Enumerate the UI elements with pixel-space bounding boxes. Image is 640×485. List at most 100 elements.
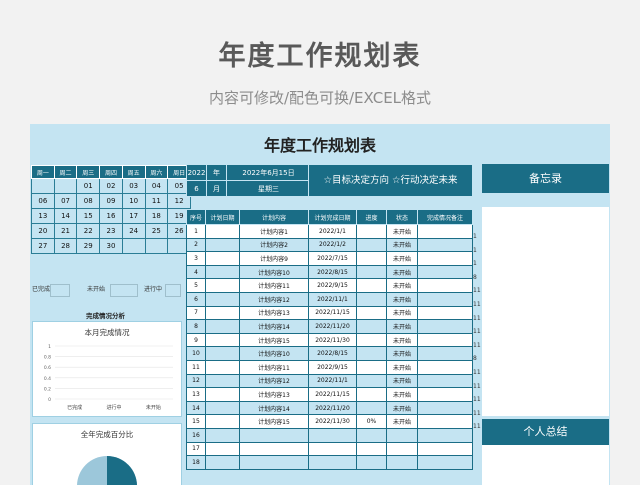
calendar-day[interactable] [31,178,55,194]
table-cell[interactable] [417,319,473,334]
table-cell[interactable]: 未开始 [386,251,418,266]
table-cell[interactable]: 2022/7/15 [308,251,357,266]
table-cell[interactable]: 18 [186,455,206,470]
table-cell[interactable]: 0% [356,414,387,429]
calendar-day[interactable]: 04 [144,178,169,194]
table-cell[interactable]: 计划内容13 [239,305,309,321]
table-cell[interactable]: 未开始 [386,346,418,361]
table-cell[interactable] [205,414,240,429]
table-cell[interactable]: 15 [186,414,206,429]
table-cell[interactable] [205,251,240,266]
table-cell[interactable]: 未开始 [386,305,418,321]
table-cell[interactable]: 3 [186,251,206,266]
table-cell[interactable] [239,441,309,457]
table-cell[interactable]: 16 [186,427,206,443]
table-cell[interactable] [356,387,387,402]
table-cell[interactable]: 2022/11/1 [308,291,357,307]
calendar-day[interactable]: 09 [99,193,123,209]
table-cell[interactable] [205,387,240,402]
table-cell[interactable]: 7 [186,305,206,321]
table-row[interactable]: 2 计划内容2 2022/1/2 未开始 [186,237,473,253]
table-cell[interactable] [417,278,473,293]
calendar-day[interactable]: 16 [99,208,123,224]
table-cell[interactable] [417,264,473,280]
task-column-header[interactable]: 序号 [186,209,206,225]
table-cell[interactable]: 计划内容10 [239,264,309,280]
table-cell[interactable]: 未开始 [386,387,418,402]
table-cell[interactable] [205,359,240,375]
table-cell[interactable] [356,359,387,375]
table-cell[interactable] [386,441,418,457]
table-cell[interactable]: 11 [186,359,206,375]
current-date[interactable]: 2022年6月15日 [226,164,311,181]
calendar-day[interactable]: 23 [99,223,123,239]
table-cell[interactable]: 2022/11/1 [308,373,357,389]
table-cell[interactable]: 2022/11/30 [308,414,357,429]
table-row[interactable]: 10 计划内容10 2022/8/15 未开始 [186,346,473,361]
table-cell[interactable]: 5 [186,278,206,293]
table-row[interactable]: 13 计划内容13 2022/11/15 未开始 [186,387,473,402]
table-cell[interactable]: 2022/8/15 [308,346,357,361]
table-row[interactable]: 17 [186,441,473,457]
table-row[interactable]: 12 计划内容12 2022/11/1 未开始 [186,373,473,389]
table-cell[interactable]: 12 [186,373,206,389]
table-cell[interactable] [356,305,387,321]
summary-body[interactable] [482,445,609,485]
table-row[interactable]: 15 计划内容15 2022/11/30 0% 未开始 [186,414,473,429]
table-cell[interactable] [308,441,357,457]
table-cell[interactable] [356,264,387,280]
table-cell[interactable] [308,427,357,443]
table-cell[interactable]: 计划内容12 [239,291,309,307]
table-cell[interactable] [356,237,387,253]
table-cell[interactable] [205,441,240,457]
calendar-day[interactable] [53,178,78,194]
table-cell[interactable] [356,291,387,307]
table-cell[interactable] [205,400,240,416]
calendar-day[interactable]: 17 [121,208,146,224]
status-done-value[interactable] [50,284,70,297]
table-cell[interactable] [417,305,473,321]
table-cell[interactable]: 2022/11/30 [308,332,357,348]
calendar-day[interactable]: 20 [31,223,55,239]
table-row[interactable]: 14 计划内容14 2022/11/20 未开始 [186,400,473,416]
table-cell[interactable]: 未开始 [386,359,418,375]
table-cell[interactable]: 未开始 [386,332,418,348]
task-column-header[interactable]: 完成情况备注 [417,209,473,225]
table-row[interactable]: 8 计划内容14 2022/11/20 未开始 [186,319,473,334]
table-cell[interactable] [205,264,240,280]
calendar-day[interactable] [144,238,169,254]
table-cell[interactable]: 2022/11/20 [308,319,357,334]
table-cell[interactable] [417,455,473,470]
table-cell[interactable] [356,224,387,239]
table-cell[interactable] [205,319,240,334]
calendar-day[interactable]: 30 [99,238,123,254]
calendar-day[interactable]: 29 [76,238,101,254]
table-cell[interactable] [239,427,309,443]
calendar-day[interactable]: 11 [144,193,169,209]
table-cell[interactable] [386,455,418,470]
table-cell[interactable] [417,291,473,307]
table-cell[interactable] [356,332,387,348]
table-cell[interactable]: 17 [186,441,206,457]
table-cell[interactable]: 计划内容14 [239,400,309,416]
table-cell[interactable] [205,373,240,389]
table-cell[interactable]: 2022/11/15 [308,305,357,321]
table-cell[interactable]: 未开始 [386,237,418,253]
table-cell[interactable] [417,400,473,416]
table-row[interactable]: 11 计划内容11 2022/9/15 未开始 [186,359,473,375]
table-cell[interactable] [205,346,240,361]
calendar-day[interactable]: 22 [76,223,101,239]
table-cell[interactable] [417,332,473,348]
table-cell[interactable] [356,319,387,334]
calendar-day[interactable]: 18 [144,208,169,224]
table-cell[interactable]: 计划内容11 [239,278,309,293]
table-cell[interactable] [417,359,473,375]
task-column-header[interactable]: 计划日期 [205,209,240,225]
table-cell[interactable] [417,441,473,457]
table-cell[interactable] [239,455,309,470]
table-cell[interactable]: 10 [186,346,206,361]
table-cell[interactable]: 未开始 [386,224,418,239]
table-cell[interactable]: 计划内容15 [239,332,309,348]
table-cell[interactable]: 未开始 [386,414,418,429]
table-cell[interactable]: 2022/1/1 [308,224,357,239]
